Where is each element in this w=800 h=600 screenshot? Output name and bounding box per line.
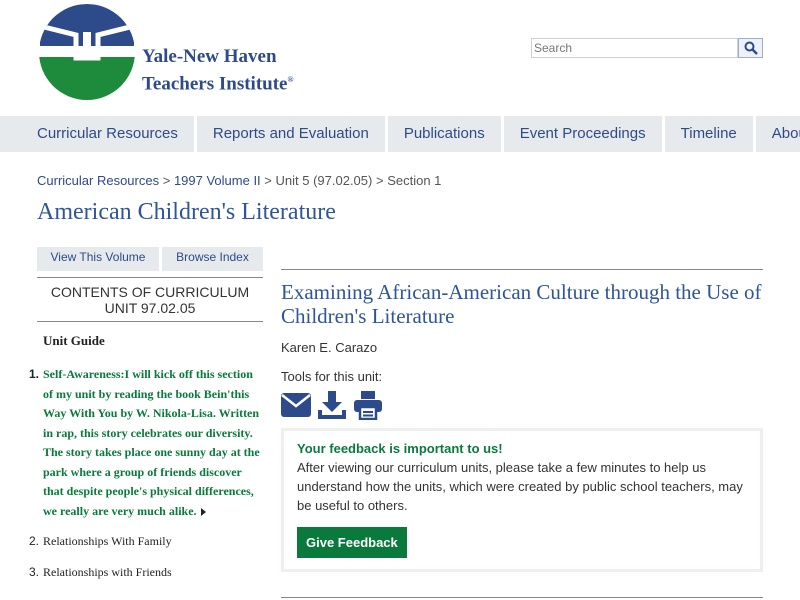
guide-item-text: Self-Awareness:I will kick off this sect…	[43, 367, 260, 518]
print-icon	[354, 391, 382, 420]
breadcrumb-volume[interactable]: 1997 Volume II	[174, 173, 261, 188]
breadcrumb-separator: >	[264, 173, 272, 188]
breadcrumb-separator: >	[162, 173, 171, 188]
contents-line-2: UNIT 97.02.05	[104, 300, 196, 316]
logo-line-2-text: Teachers Institute	[142, 73, 288, 95]
unit-tools	[281, 390, 763, 420]
email-unit-button[interactable]	[281, 390, 311, 420]
give-feedback-button[interactable]: Give Feedback	[297, 527, 407, 558]
logo-line-2: Teachers Institute®	[142, 68, 293, 95]
logo-line-1: Yale-New Haven	[142, 46, 277, 67]
view-this-volume-button[interactable]: View This Volume	[37, 247, 159, 271]
unit-main: Examining African-American Culture throu…	[281, 269, 763, 572]
breadcrumb-section: Section 1	[387, 173, 442, 188]
download-icon	[318, 391, 346, 419]
unit-guide-heading: Unit Guide	[43, 333, 105, 348]
print-unit-button[interactable]	[353, 390, 383, 420]
expand-arrow-icon[interactable]	[200, 507, 206, 516]
nav-event-proceedings[interactable]: Event Proceedings	[504, 116, 665, 152]
browse-index-button[interactable]: Browse Index	[162, 247, 263, 271]
breadcrumb-separator: >	[375, 173, 384, 188]
breadcrumb: Curricular Resources > 1997 Volume II > …	[37, 173, 441, 188]
guide-item-1[interactable]: 1. Self-Awareness:I will kick off this s…	[29, 365, 263, 521]
nav-curricular-resources[interactable]: Curricular Resources	[21, 116, 197, 152]
guide-item-text: Relationships With Family	[43, 534, 172, 548]
logo-mark-icon	[39, 4, 135, 100]
guide-item-text: Relationships with Friends	[43, 564, 172, 579]
download-unit-button[interactable]	[317, 390, 347, 420]
breadcrumb-curricular-resources[interactable]: Curricular Resources	[37, 173, 159, 188]
guide-item-3[interactable]: 3. Relationships with Friends	[29, 563, 263, 583]
guide-item-2[interactable]: 2. Relationships With Family	[29, 532, 263, 552]
guide-item-number: 3.	[29, 564, 40, 579]
registered-mark: ®	[287, 75, 294, 84]
guide-item-number: 2.	[29, 534, 40, 548]
breadcrumb-unit: Unit 5 (97.02.05)	[275, 173, 373, 188]
site-logo[interactable]: Yale-New Haven Teachers Institute®	[38, 2, 298, 102]
nav-publications[interactable]: Publications	[388, 116, 504, 152]
logo-wordmark: Yale-New Haven Teachers Institute®	[142, 45, 293, 95]
nav-about[interactable]: About the Institute	[756, 116, 800, 152]
feedback-box: Your feedback is important to us! After …	[281, 428, 763, 572]
search-icon	[744, 41, 758, 55]
site-search	[531, 38, 763, 60]
search-input[interactable]	[531, 38, 738, 58]
guide-item-number: 1.	[29, 367, 40, 381]
volume-tabs: View This Volume Browse Index	[37, 247, 263, 271]
search-button[interactable]	[738, 38, 763, 58]
feedback-text: After viewing our curriculum units, plea…	[297, 460, 743, 513]
unit-title: Examining African-American Culture throu…	[281, 280, 762, 328]
page-title: American Children's Literature	[37, 199, 336, 225]
unit-guide-list: 1. Self-Awareness:I will kick off this s…	[29, 365, 263, 583]
unit-author: Karen E. Carazo	[281, 340, 378, 355]
tools-label: Tools for this unit:	[281, 369, 383, 384]
nav-reports-and-evaluation[interactable]: Reports and Evaluation	[197, 116, 388, 152]
unit-sidebar: View This Volume Browse Index CONTENTS O…	[29, 247, 263, 583]
contents-heading: CONTENTS OF CURRICULUM UNIT 97.02.05	[37, 277, 263, 322]
envelope-icon	[281, 393, 311, 417]
section-divider	[281, 597, 763, 598]
nav-timeline[interactable]: Timeline	[665, 116, 756, 152]
feedback-heading: Your feedback is important to us!	[297, 441, 503, 456]
main-nav: Curricular Resources Reports and Evaluat…	[0, 116, 800, 152]
contents-line-1: CONTENTS OF CURRICULUM	[50, 284, 250, 300]
